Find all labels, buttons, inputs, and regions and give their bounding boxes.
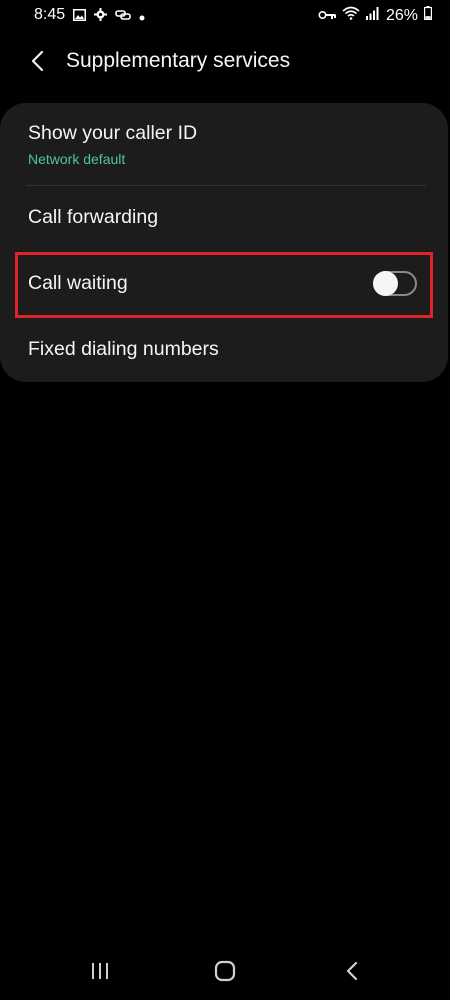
gallery-icon xyxy=(73,8,86,26)
setting-show-caller-id[interactable]: Show your caller ID Network default xyxy=(0,103,448,185)
home-button[interactable] xyxy=(210,958,240,988)
back-icon xyxy=(345,961,359,986)
highlight-box xyxy=(15,252,433,318)
setting-call-forwarding[interactable]: Call forwarding xyxy=(0,186,448,252)
chevron-left-icon xyxy=(30,50,44,77)
status-bar: 8:45 26% xyxy=(0,0,450,30)
page-title: Supplementary services xyxy=(66,49,291,72)
recent-apps-button[interactable] xyxy=(85,958,115,988)
setting-label: Fixed dialing numbers xyxy=(28,338,219,360)
status-system-icons: 26% xyxy=(318,6,433,25)
key-icon xyxy=(318,7,336,25)
gear-icon xyxy=(94,8,107,26)
setting-fixed-dialing-numbers[interactable]: Fixed dialing numbers xyxy=(0,318,448,382)
link-icon xyxy=(115,8,131,26)
battery-icon xyxy=(424,6,433,25)
app-header: Supplementary services xyxy=(0,40,450,84)
setting-label: Show your caller ID xyxy=(28,122,198,144)
signal-icon xyxy=(365,6,380,25)
wifi-icon xyxy=(342,6,360,25)
navigation-bar xyxy=(0,944,450,1000)
setting-subtitle: Network default xyxy=(28,151,126,167)
home-icon xyxy=(214,960,236,987)
setting-label: Call forwarding xyxy=(28,206,159,228)
battery-percent: 26% xyxy=(385,6,418,24)
back-button[interactable] xyxy=(22,48,52,78)
dot-icon xyxy=(139,8,145,26)
status-time: 8:45 xyxy=(34,6,66,23)
nav-back-button[interactable] xyxy=(337,958,367,988)
settings-card: Show your caller ID Network default Call… xyxy=(0,103,448,382)
recent-apps-icon xyxy=(90,962,110,985)
status-notification-icons xyxy=(73,8,145,26)
